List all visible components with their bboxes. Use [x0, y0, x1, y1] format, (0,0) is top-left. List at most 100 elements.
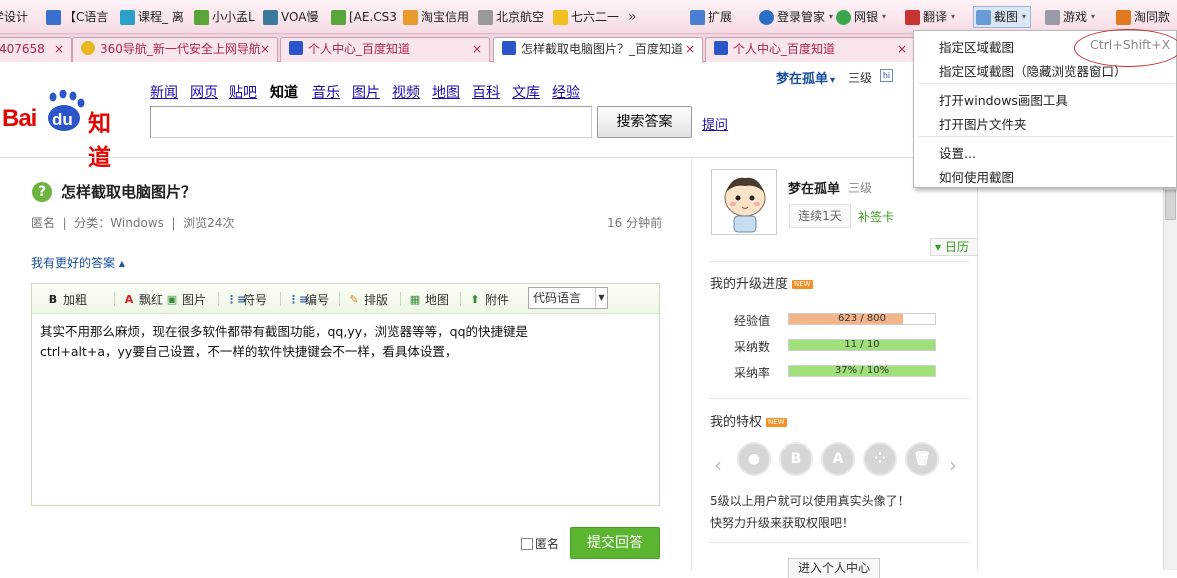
progress-value: 623 / 800 — [838, 313, 886, 324]
a-icon[interactable]: A — [821, 442, 855, 476]
tool-symbol-button[interactable]: ⋮≡ 符号 — [226, 291, 267, 308]
bookmarks-more-button[interactable]: » — [628, 8, 637, 26]
tool-numbered-button[interactable]: ⋮≡ 编号 — [288, 291, 329, 308]
search-input[interactable] — [150, 106, 592, 138]
code-language-select[interactable]: 代码语言 ▼ — [528, 287, 608, 309]
logo-bai-text: Bai — [2, 105, 37, 132]
shield-icon — [836, 9, 851, 25]
map-icon: ▦ — [409, 292, 421, 306]
menu-item-settings[interactable]: 设置... — [939, 143, 976, 162]
nav-link[interactable]: 地图 — [432, 82, 460, 102]
anonymous-checkbox[interactable]: 匿名 — [521, 535, 559, 552]
tool-format-button[interactable]: ✎ 排版 — [347, 291, 388, 308]
bookmark-item[interactable]: VOA慢 — [263, 8, 318, 26]
close-icon[interactable]: × — [897, 38, 907, 61]
menu-divider — [918, 136, 1174, 137]
group-icon[interactable]: ⁘ — [863, 442, 897, 476]
close-icon[interactable]: × — [472, 38, 482, 61]
logo-zhidao-text: 知道 — [88, 111, 111, 171]
top-user-menu[interactable]: 梦在孤单 ▾ — [776, 68, 835, 87]
answer-textarea[interactable]: 其实不用那么麻烦，现在很多软件都带有截图功能，qq,yy，浏览器等等，qq的快捷… — [40, 322, 640, 362]
translate-button[interactable]: 翻译 ▾ — [905, 8, 955, 26]
login-manager-button[interactable]: 登录管家 ▾ — [759, 8, 833, 26]
nav-link[interactable]: 贴吧 — [229, 82, 257, 102]
bookmark-item[interactable]: 小小孟L — [194, 8, 255, 26]
nav-link[interactable]: 经验 — [552, 82, 580, 102]
nav-link[interactable]: 网页 — [190, 82, 218, 102]
baidu-paw-icon — [502, 41, 516, 55]
tool-label: 附件 — [485, 293, 510, 307]
tool-label: 编号 — [305, 293, 330, 307]
screenshot-button[interactable]: 截图 ▾ — [973, 6, 1032, 28]
tool-attach-button[interactable]: ⬆ 附件 — [468, 291, 509, 308]
toolbar-separator — [114, 292, 115, 306]
sign-card-link[interactable]: 补签卡 — [858, 208, 894, 225]
tool-label: 加粗 — [63, 293, 88, 307]
enter-personal-center-button[interactable]: 进入个人中心 — [788, 558, 880, 578]
screenshot-label: 截图 — [994, 10, 1019, 24]
privilege-text-1: 5级以上用户就可以使用真实头像了！ — [710, 494, 910, 508]
games-button[interactable]: 游戏 ▾ — [1045, 8, 1095, 26]
nav-link[interactable]: 百科 — [472, 82, 500, 102]
bookmark-item[interactable]: 学设计 — [0, 8, 28, 26]
extend-label: 扩展 — [708, 10, 733, 24]
bookmark-item[interactable]: 淘宝信用 — [403, 8, 469, 26]
bookmark-item[interactable]: 七六二一 — [553, 8, 619, 26]
close-icon[interactable]: × — [260, 38, 270, 61]
tool-bold-button[interactable]: B 加粗 — [46, 291, 87, 308]
ask-link[interactable]: 提问 — [702, 114, 728, 133]
privilege-prev-arrow[interactable]: ‹ — [714, 453, 722, 477]
close-icon[interactable]: × — [685, 38, 695, 61]
nav-link[interactable]: 音乐 — [312, 82, 340, 102]
trash-icon[interactable]: 🗑 — [905, 442, 939, 476]
toolbar-separator — [157, 292, 158, 306]
menu-divider — [918, 83, 1174, 84]
attach-icon: ⬆ — [470, 292, 480, 306]
hi-icon[interactable]: hi — [880, 69, 893, 82]
bank-button[interactable]: 网银 ▾ — [836, 8, 886, 26]
bookmark-label: 课程_ 离 — [138, 10, 184, 24]
menu-item-open-paint[interactable]: 打开windows画图工具 — [939, 90, 1068, 109]
menu-item-region-screenshot-hidden[interactable]: 指定区域截图（隐藏浏览器窗口） — [939, 61, 1127, 80]
tab-personal-center-2[interactable]: 个人中心_百度知道 × — [705, 37, 915, 62]
bookmark-item[interactable]: [AE.CS3 — [331, 8, 397, 26]
scrollbar-thumb[interactable] — [1165, 190, 1176, 220]
close-icon[interactable]: × — [54, 38, 64, 61]
menu-item-how-to-use[interactable]: 如何使用截图 — [939, 167, 1014, 186]
privilege-next-arrow[interactable]: › — [949, 453, 957, 477]
nav-link[interactable]: 知道 — [270, 82, 298, 102]
symbol-icon: ⋮≡ — [226, 292, 247, 306]
bookmark-favicon-icon — [553, 9, 568, 25]
tab-personal-center-1[interactable]: 个人中心_百度知道 × — [280, 37, 490, 62]
avatar[interactable] — [711, 169, 777, 235]
calendar-toggle[interactable]: ▾ 日历 — [930, 238, 977, 256]
bookmark-item[interactable]: 北京航空 — [478, 8, 544, 26]
toolbar-separator — [400, 292, 401, 306]
tool-image-button[interactable]: ▣ 图片 — [165, 291, 206, 308]
menu-item-region-screenshot[interactable]: 指定区域截图 — [939, 37, 1014, 56]
better-answer-toggle[interactable]: 我有更好的答案 ▴ — [31, 254, 125, 271]
sidebar-user-name[interactable]: 梦在孤单 — [788, 178, 840, 197]
tool-map-button[interactable]: ▦ 地图 — [408, 291, 449, 308]
nav-link[interactable]: 文库 — [512, 82, 540, 102]
submit-answer-button[interactable]: 提交回答 — [570, 527, 660, 559]
bookmark-favicon-icon — [331, 9, 346, 25]
chevron-down-icon: ▼ — [595, 288, 607, 308]
nav-link[interactable]: 视频 — [392, 82, 420, 102]
b-icon[interactable]: B — [779, 442, 813, 476]
nav-link[interactable]: 新闻 — [150, 82, 178, 102]
taotong-button[interactable]: 淘同款 — [1116, 8, 1170, 26]
avatar-icon[interactable]: ● — [737, 442, 771, 476]
menu-item-open-folder[interactable]: 打开图片文件夹 — [939, 114, 1027, 133]
bookmark-item[interactable]: 课程_ 离 — [120, 8, 184, 26]
sign-streak-button[interactable]: 连续1天 — [789, 204, 851, 228]
checkbox-box[interactable] — [521, 537, 533, 550]
tab-360-nav[interactable]: 360导航_新一代安全上网导航 × — [72, 37, 278, 62]
search-answer-button[interactable]: 搜索答案 — [597, 106, 692, 138]
tab-407658[interactable]: 407658 × — [0, 37, 72, 62]
nav-link[interactable]: 图片 — [352, 82, 380, 102]
extend-button[interactable]: 扩展 — [690, 8, 732, 26]
bookmark-item[interactable]: 【C语言 — [46, 8, 108, 26]
bookmark-label: 学设计 — [0, 10, 29, 24]
tab-current-question[interactable]: 怎样截取电脑图片？_百度知道 × — [493, 37, 703, 63]
